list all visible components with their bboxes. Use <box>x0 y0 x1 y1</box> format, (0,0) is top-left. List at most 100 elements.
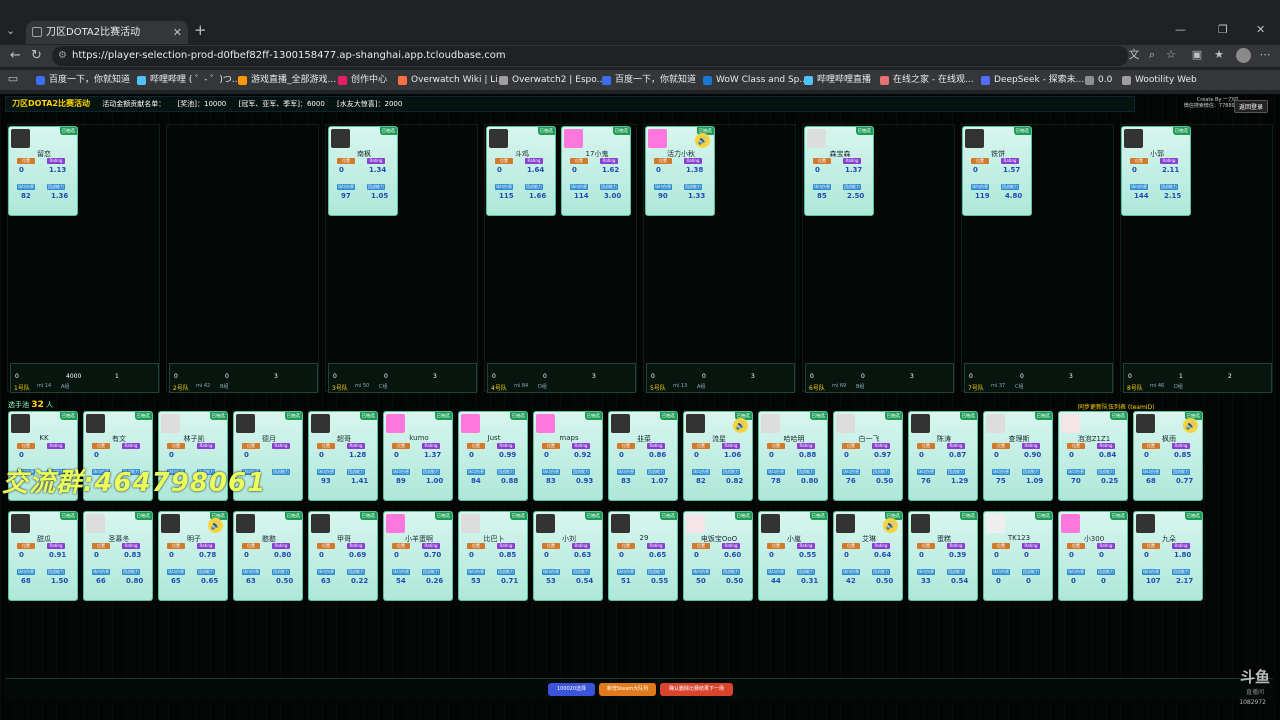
profile-avatar[interactable] <box>1236 48 1251 63</box>
bookmark-item[interactable]: Wootility Web <box>1122 72 1197 88</box>
bookmark-item[interactable]: 哔哩哔哩 ( ゜- ゜)つ... <box>137 72 240 88</box>
bookmark-item[interactable]: Overwatch Wiki | Li... <box>398 72 506 88</box>
player-card[interactable]: 已抽选 超哥 位置 Rating 场均伤害 团战能力 0 1.28 93 1.41 <box>308 411 378 501</box>
stat-value: 1.13 <box>49 166 67 174</box>
player-card[interactable]: 已抽选 小300 位置 Rating 场均伤害 团战能力 0 0 0 0 <box>1058 511 1128 601</box>
player-card[interactable]: 已抽选 kumo 位置 Rating 场均伤害 团战能力 0 1.37 89 1.00 <box>383 411 453 501</box>
reading-list-icon[interactable]: ▭ <box>6 72 20 86</box>
bookmark-item[interactable]: DeepSeek - 探索未... <box>981 72 1084 88</box>
bookmark-item[interactable]: WoW Class and Sp... <box>703 72 808 88</box>
player-card[interactable]: 已抽选 铁饼 位置 Rating 场均伤害 团战能力 0 1.57 119 4.80 <box>962 126 1032 216</box>
new-tab-icon[interactable]: + <box>194 20 207 40</box>
player-card[interactable]: 已抽选 斗鸡 位置 Rating 场均伤害 团战能力 0 1.64 115 1.66 <box>486 126 556 216</box>
stat-value: 50 <box>696 577 706 585</box>
player-card[interactable]: 已抽选 比巴卜 位置 Rating 场均伤害 团战能力 0 0.85 53 0.71 <box>458 511 528 601</box>
tab-search-icon[interactable]: ⌄ <box>6 21 15 41</box>
stat-value: 114 <box>574 192 589 200</box>
tab-favicon-icon <box>32 27 42 37</box>
player-card[interactable]: 已抽选 17小鬼 位置 Rating 场均伤害 团战能力 0 1.62 114 3.00 <box>561 126 631 216</box>
stat-value: 0.80 <box>801 477 819 485</box>
bookmark-item[interactable]: 在线之家 - 在线观... <box>880 72 974 88</box>
player-card[interactable]: 已抽选 Just 位置 Rating 场均伤害 团战能力 0 0.99 84 0.88 <box>458 411 528 501</box>
bookmark-item[interactable]: 游戏直播_全部游戏... <box>238 72 336 88</box>
menu-icon[interactable]: ⋯ <box>1258 48 1272 62</box>
stat-label: 场均伤害 <box>1130 184 1148 190</box>
minimize-icon[interactable]: — <box>1175 22 1186 38</box>
bookmark-item[interactable]: 哔哩哔哩直播 <box>804 72 871 88</box>
player-card[interactable]: 已抽选 韭菜 位置 Rating 场均伤害 团战能力 0 0.86 83 1.07 <box>608 411 678 501</box>
player-card[interactable]: 已抽选 🔊 枫雨 位置 Rating 场均伤害 团战能力 0 0.85 68 0.77 <box>1133 411 1203 501</box>
player-card[interactable]: 已抽选 🔊 明子 位置 Rating 场均伤害 团战能力 0 0.78 65 0.65 <box>158 511 228 601</box>
bookmark-item[interactable]: 创作中心 <box>338 72 387 88</box>
player-card[interactable]: 已抽选 九朵 位置 Rating 场均伤害 团战能力 0 1.80 107 2.17 <box>1133 511 1203 601</box>
team-avg: mi 42 <box>196 383 211 389</box>
stat-value: 0 <box>244 551 249 559</box>
stat-label: 位置 <box>692 543 710 549</box>
zoom-icon[interactable]: ⌕ <box>1145 48 1159 62</box>
player-card[interactable]: 已抽选 查理斯 位置 Rating 场均伤害 团战能力 0 0.90 75 1.09 <box>983 411 1053 501</box>
bookmark-item[interactable]: 百度一下，你就知道 <box>36 72 130 88</box>
player-card[interactable]: 已抽选 南枫 位置 Rating 场均伤害 团战能力 0 1.34 97 1.05 <box>328 126 398 216</box>
player-card[interactable]: 已抽选 泡泡Z1Z1 位置 Rating 场均伤害 团战能力 0 0.84 70 0.25 <box>1058 411 1128 501</box>
reload-icon[interactable]: ↻ <box>31 47 42 65</box>
player-card[interactable]: 已抽选 甜瓜 位置 Rating 场均伤害 团战能力 0 0.91 68 1.50 <box>8 511 78 601</box>
stat-label: Rating <box>843 158 861 164</box>
player-card[interactable]: 已抽选 小羊蛋啊 位置 Rating 场均伤害 团战能力 0 0.70 54 0.26 <box>383 511 453 601</box>
player-card[interactable]: 已抽选 TK123 位置 Rating 场均伤害 团战能力 0 0 0 0 <box>983 511 1053 601</box>
player-card[interactable]: 已抽选 小郭 位置 Rating 场均伤害 团战能力 0 2.11 144 2.15 <box>1121 126 1191 216</box>
tab-close-icon[interactable]: ✕ <box>173 21 182 44</box>
credit-text: Create By 一刀切 微信搜索微信：778894 <box>1184 97 1238 109</box>
player-card[interactable]: 已抽选 白一飞 位置 Rating 场均伤害 团战能力 0 0.97 76 0.50 <box>833 411 903 501</box>
back-icon[interactable]: ← <box>10 47 21 65</box>
player-card[interactable]: 已抽选 🔊 流星 位置 Rating 场均伤害 团战能力 0 1.06 82 0.82 <box>683 411 753 501</box>
player-card[interactable]: 已抽选 🔊 艾琳 位置 Rating 场均伤害 团战能力 0 0.64 42 0.50 <box>833 511 903 601</box>
team-name: 2号队 <box>173 385 189 392</box>
select-button[interactable]: 100020选择 <box>548 683 595 696</box>
player-card[interactable]: 已抽选 森宝森 位置 Rating 场均伤害 团战能力 0 1.37 85 2.50 <box>804 126 874 216</box>
player-card[interactable]: 已抽选 29 位置 Rating 场均伤害 团战能力 0 0.65 51 0.55 <box>608 511 678 601</box>
stat-value: 1.07 <box>651 477 669 485</box>
stat-label: 团战能力 <box>572 469 590 475</box>
bookmark-item[interactable]: 0.0 <box>1085 72 1112 88</box>
team-stat-value: 0 <box>702 373 706 380</box>
stat-value: 0.54 <box>951 577 969 585</box>
player-card[interactable]: 已抽选 小刘 位置 Rating 场均伤害 团战能力 0 0.63 53 0.54 <box>533 511 603 601</box>
player-card[interactable]: 已抽选 哈哈明 位置 Rating 场均伤害 团战能力 0 0.88 78 0.80 <box>758 411 828 501</box>
stat-label: Rating <box>272 443 290 449</box>
player-card[interactable]: 已抽选 蛋糕 位置 Rating 场均伤害 团战能力 0 0.39 33 0.54 <box>908 511 978 601</box>
stat-value: 1.66 <box>529 192 547 200</box>
stat-value: 0 <box>815 166 820 174</box>
bookmark-star-icon[interactable]: ☆ <box>1164 48 1178 62</box>
bookmark-favicon-icon <box>1085 76 1094 85</box>
player-card[interactable]: 已抽选 甲哥 位置 Rating 场均伤害 团战能力 0 0.69 63 0.22 <box>308 511 378 601</box>
stat-label: 场均伤害 <box>392 569 410 575</box>
team-avg: mi 46 <box>1150 383 1165 389</box>
player-card[interactable]: 已抽选 maps 位置 Rating 场均伤害 团战能力 0 0.92 83 0.93 <box>533 411 603 501</box>
player-card[interactable]: 已抽选 留恋 位置 Rating 场均伤害 团战能力 0 1.13 82 1.36 <box>8 126 78 216</box>
stat-label: 团战能力 <box>367 184 385 190</box>
player-card[interactable]: 已抽选 陈涛 位置 Rating 场均伤害 团战能力 0 0.87 76 1.29 <box>908 411 978 501</box>
address-bar[interactable]: ⚙ https://player-selection-prod-d0fbef82… <box>52 46 1128 66</box>
close-window-icon[interactable]: ✕ <box>1256 22 1265 38</box>
stat-value: 0.97 <box>874 451 892 459</box>
player-card[interactable]: 已抽选 圣慕冬 位置 Rating 场均伤害 团战能力 0 0.83 66 0.80 <box>83 511 153 601</box>
restore-icon[interactable]: ❐ <box>1218 22 1228 38</box>
confirm-delete-button[interactable]: 确认删除比赛结果下一场 <box>660 683 733 696</box>
bookmark-item[interactable]: Overwatch2 | Espo... <box>499 72 605 88</box>
stat-value: 0 <box>169 451 174 459</box>
split-view-icon[interactable]: ▣ <box>1190 48 1204 62</box>
drafted-badge: 已抽选 <box>734 512 752 520</box>
active-tab[interactable]: 刀区DOTA2比赛活动 ✕ <box>26 21 188 44</box>
stat-label: 场均伤害 <box>92 569 110 575</box>
bookmark-item[interactable]: 百度一下，你就知道 <box>602 72 696 88</box>
player-card[interactable]: 已抽选 小嵐 位置 Rating 场均伤害 团战能力 0 0.55 44 0.31 <box>758 511 828 601</box>
back-login-button[interactable]: 返回登录 <box>1233 100 1268 113</box>
player-card[interactable]: 已抽选 憨憨 位置 Rating 场均伤害 团战能力 0 0.80 63 0.50 <box>233 511 303 601</box>
add-steam-queue-button[interactable]: 新增Steam大队列 <box>599 683 656 696</box>
player-card[interactable]: 已抽选 🔊 活力小秋 位置 Rating 场均伤害 团战能力 0 1.38 90 1.33 <box>645 126 715 216</box>
translate-icon[interactable]: 文 <box>1127 48 1141 62</box>
favorites-icon[interactable]: ★ <box>1212 48 1226 62</box>
player-card[interactable]: 已抽选 电饭宝OoO 位置 Rating 场均伤害 团战能力 0 0.60 50 0.50 <box>683 511 753 601</box>
site-info-icon[interactable]: ⚙ <box>58 46 67 66</box>
stat-label: 位置 <box>1067 543 1085 549</box>
